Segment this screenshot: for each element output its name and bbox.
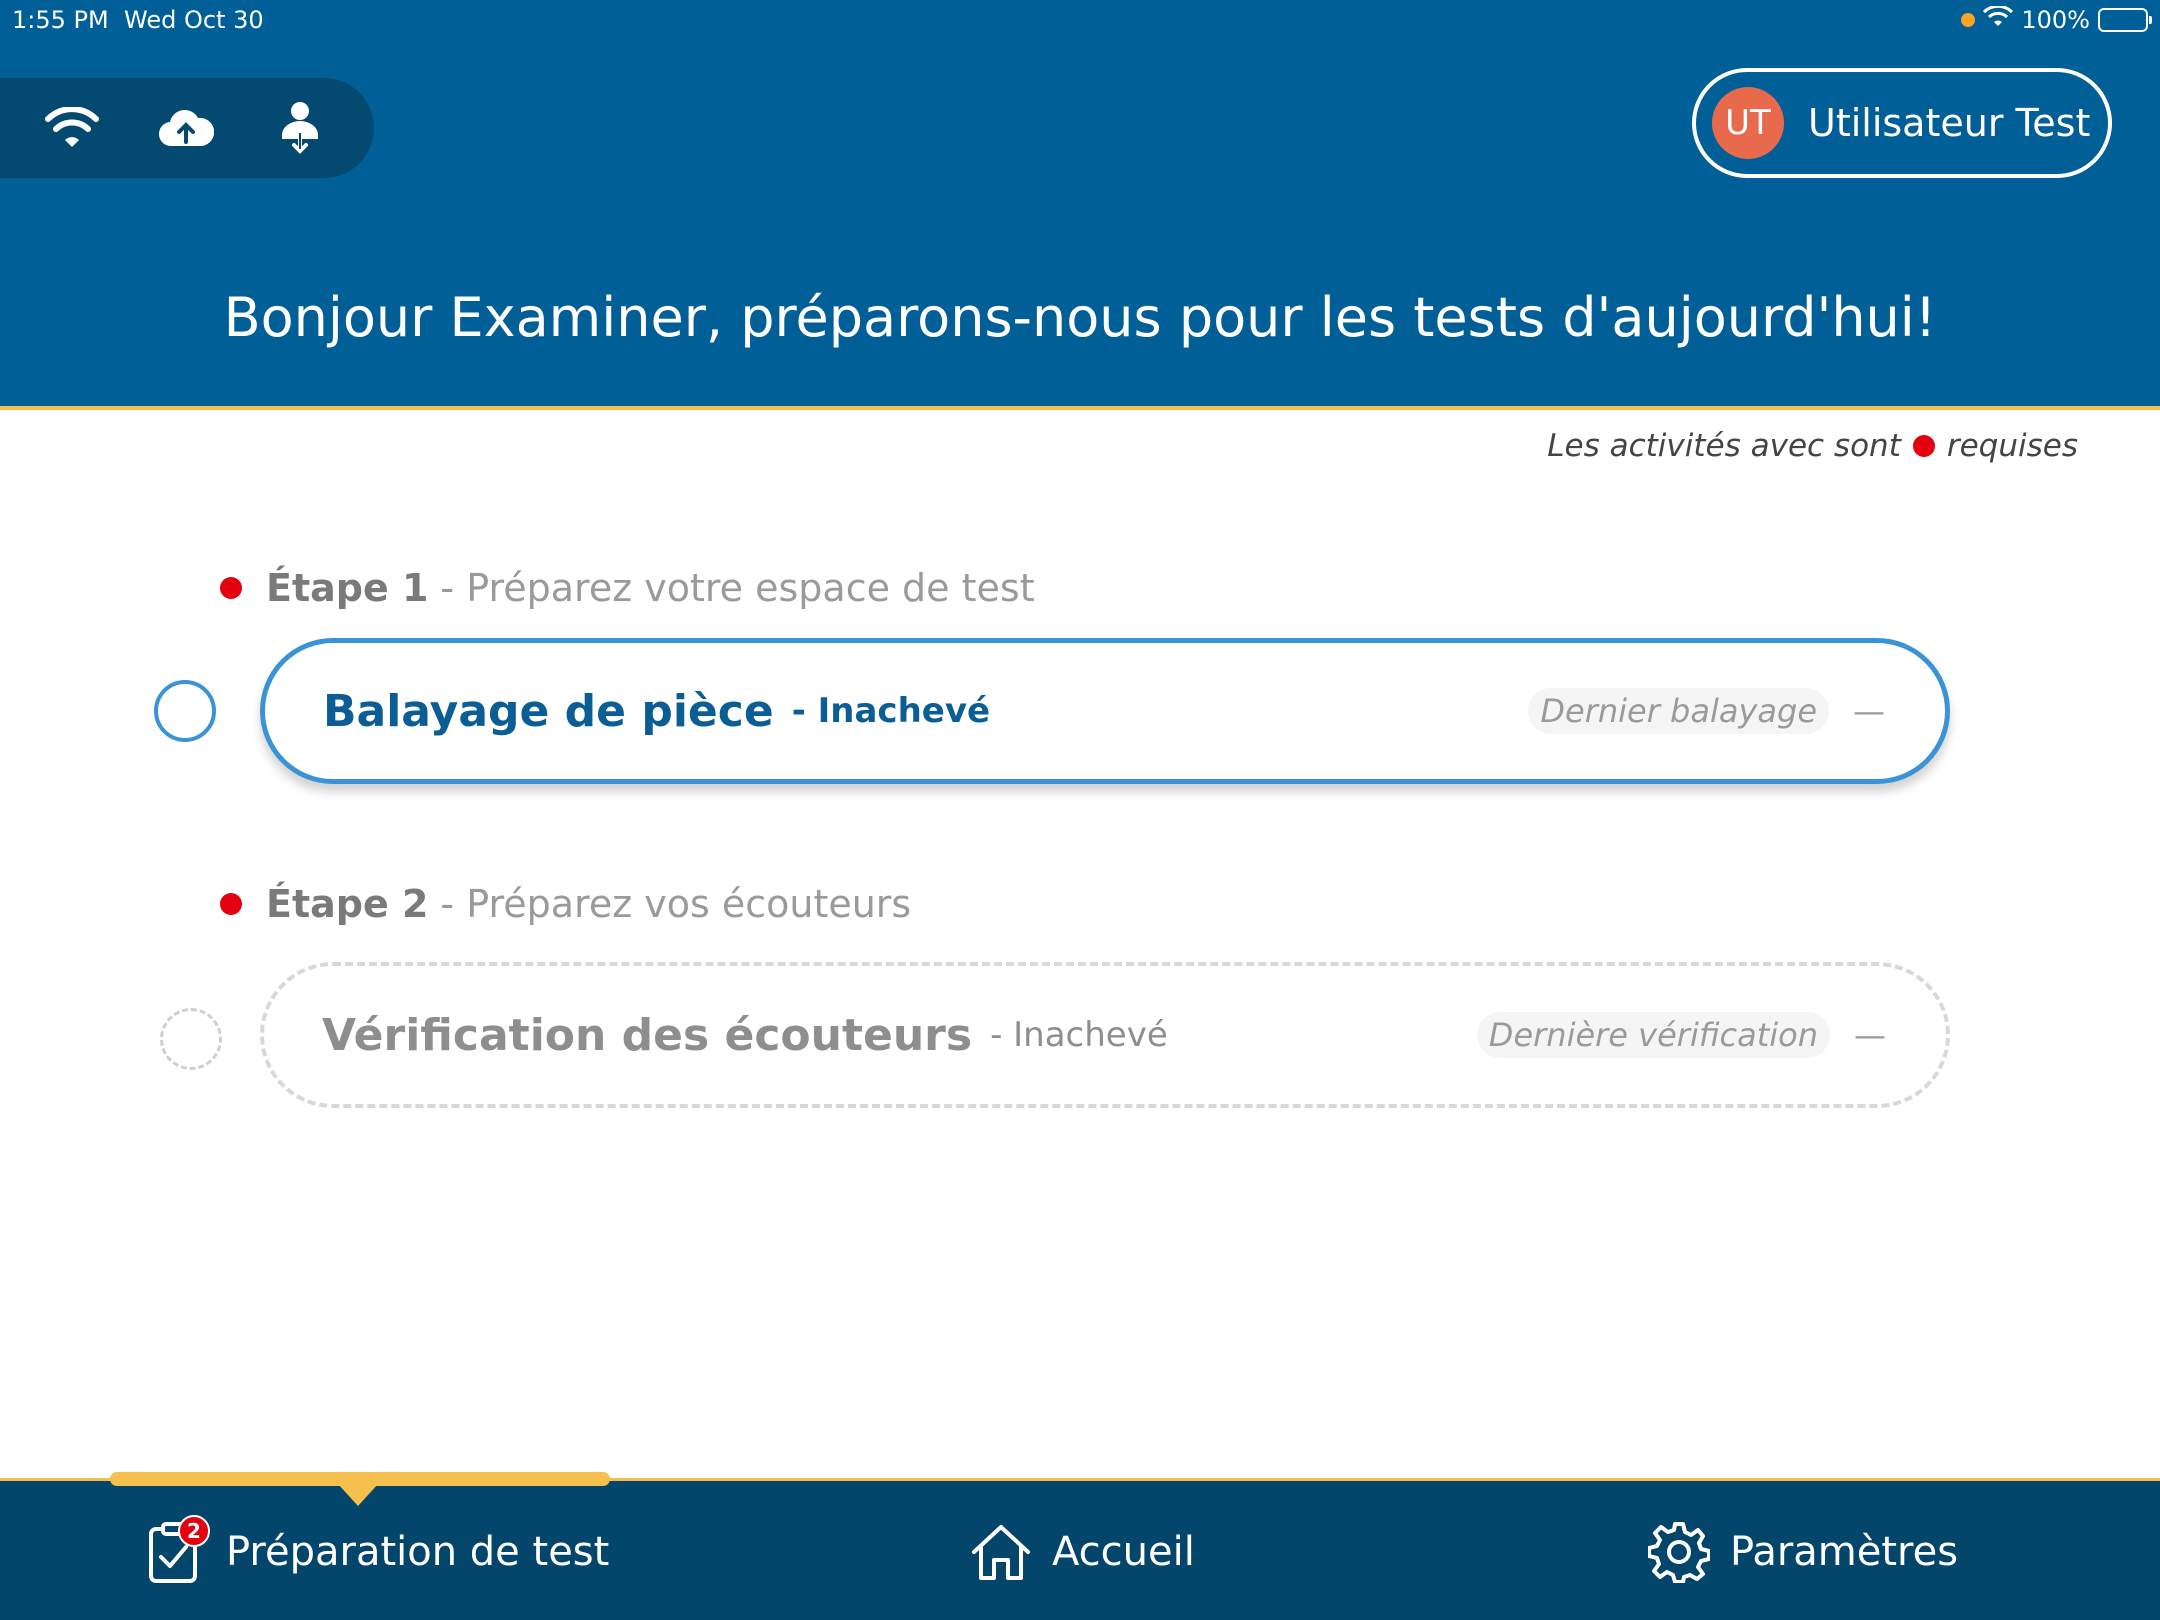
last-check-label: Dernière vérification [1476, 1012, 1830, 1058]
step-1-number: Étape 1 [266, 566, 429, 610]
tab-home-label: Accueil [1052, 1529, 1195, 1575]
headphone-check-title: Vérification des écouteurs [322, 1009, 973, 1061]
status-date: Wed Oct 30 [124, 6, 264, 34]
required-dot-icon [220, 577, 242, 599]
avatar: UT [1712, 87, 1784, 159]
wifi-icon[interactable] [44, 100, 100, 156]
active-tab-arrow [338, 1484, 378, 1506]
step-1-radio[interactable] [154, 680, 216, 742]
tab-home[interactable]: Accueil [970, 1512, 1195, 1592]
clipboard-check-icon: 2 [144, 1515, 210, 1585]
tab-settings-label: Paramètres [1730, 1529, 1959, 1575]
step-1-label: Étape 1 - Préparez votre espace de test [220, 566, 1035, 610]
status-right: 100% [1961, 4, 2152, 34]
header: 1:55 PM Wed Oct 30 100% UT Utilisateur T… [0, 0, 2160, 410]
step-2-description: - Préparez vos écouteurs [440, 882, 912, 926]
required-dot-icon [220, 893, 242, 915]
home-icon [970, 1519, 1032, 1585]
headphone-check-status: - Inachevé [990, 1015, 1168, 1055]
user-name: Utilisateur Test [1808, 101, 2091, 145]
step-2-number: Étape 2 [266, 882, 429, 926]
headphone-check-meta: Dernière vérification — [1476, 1012, 1886, 1058]
user-profile-button[interactable]: UT Utilisateur Test [1692, 68, 2112, 178]
cloud-upload-icon[interactable] [158, 100, 214, 156]
wifi-status-icon [1983, 4, 2014, 34]
last-check-value: — [1854, 1016, 1886, 1054]
last-scan-value: — [1853, 692, 1885, 730]
room-scan-title: Balayage de pièce [323, 685, 774, 737]
tab-settings[interactable]: Paramètres [1648, 1512, 1958, 1592]
step-1-description: - Préparez votre espace de test [440, 566, 1035, 610]
headphone-check-card: Vérification des écouteurs - Inachevé De… [260, 962, 1950, 1108]
required-note: Les activités avec sont requises [1547, 428, 2078, 464]
battery-percent: 100% [2021, 6, 2090, 34]
tab-test-preparation-label: Préparation de test [226, 1529, 610, 1575]
room-scan-card[interactable]: Balayage de pièce - Inachevé Dernier bal… [260, 638, 1950, 784]
user-download-icon[interactable] [272, 100, 328, 156]
tab-test-preparation[interactable]: 2 Préparation de test [144, 1512, 609, 1592]
required-dot-icon [1912, 435, 1935, 457]
gear-icon [1648, 1519, 1710, 1585]
required-note-before: Les activités avec sont [1547, 428, 1901, 464]
connectivity-panel [0, 78, 374, 178]
greeting-title: Bonjour Examiner, préparons-nous pour le… [223, 286, 1937, 349]
status-bar: 1:55 PM Wed Oct 30 100% [0, 0, 2160, 40]
room-scan-status: - Inachevé [791, 691, 991, 731]
prep-badge: 2 [178, 1515, 210, 1547]
room-scan-meta: Dernier balayage — [1528, 688, 1885, 734]
privacy-indicator-icon [1961, 13, 1976, 27]
status-time: 1:55 PM [12, 6, 109, 34]
required-note-after: requises [1946, 428, 2078, 464]
last-scan-label: Dernier balayage [1528, 688, 1829, 734]
step-2-radio [160, 1008, 222, 1070]
battery-icon [2098, 8, 2152, 32]
step-2-label: Étape 2 - Préparez vos écouteurs [220, 882, 911, 926]
